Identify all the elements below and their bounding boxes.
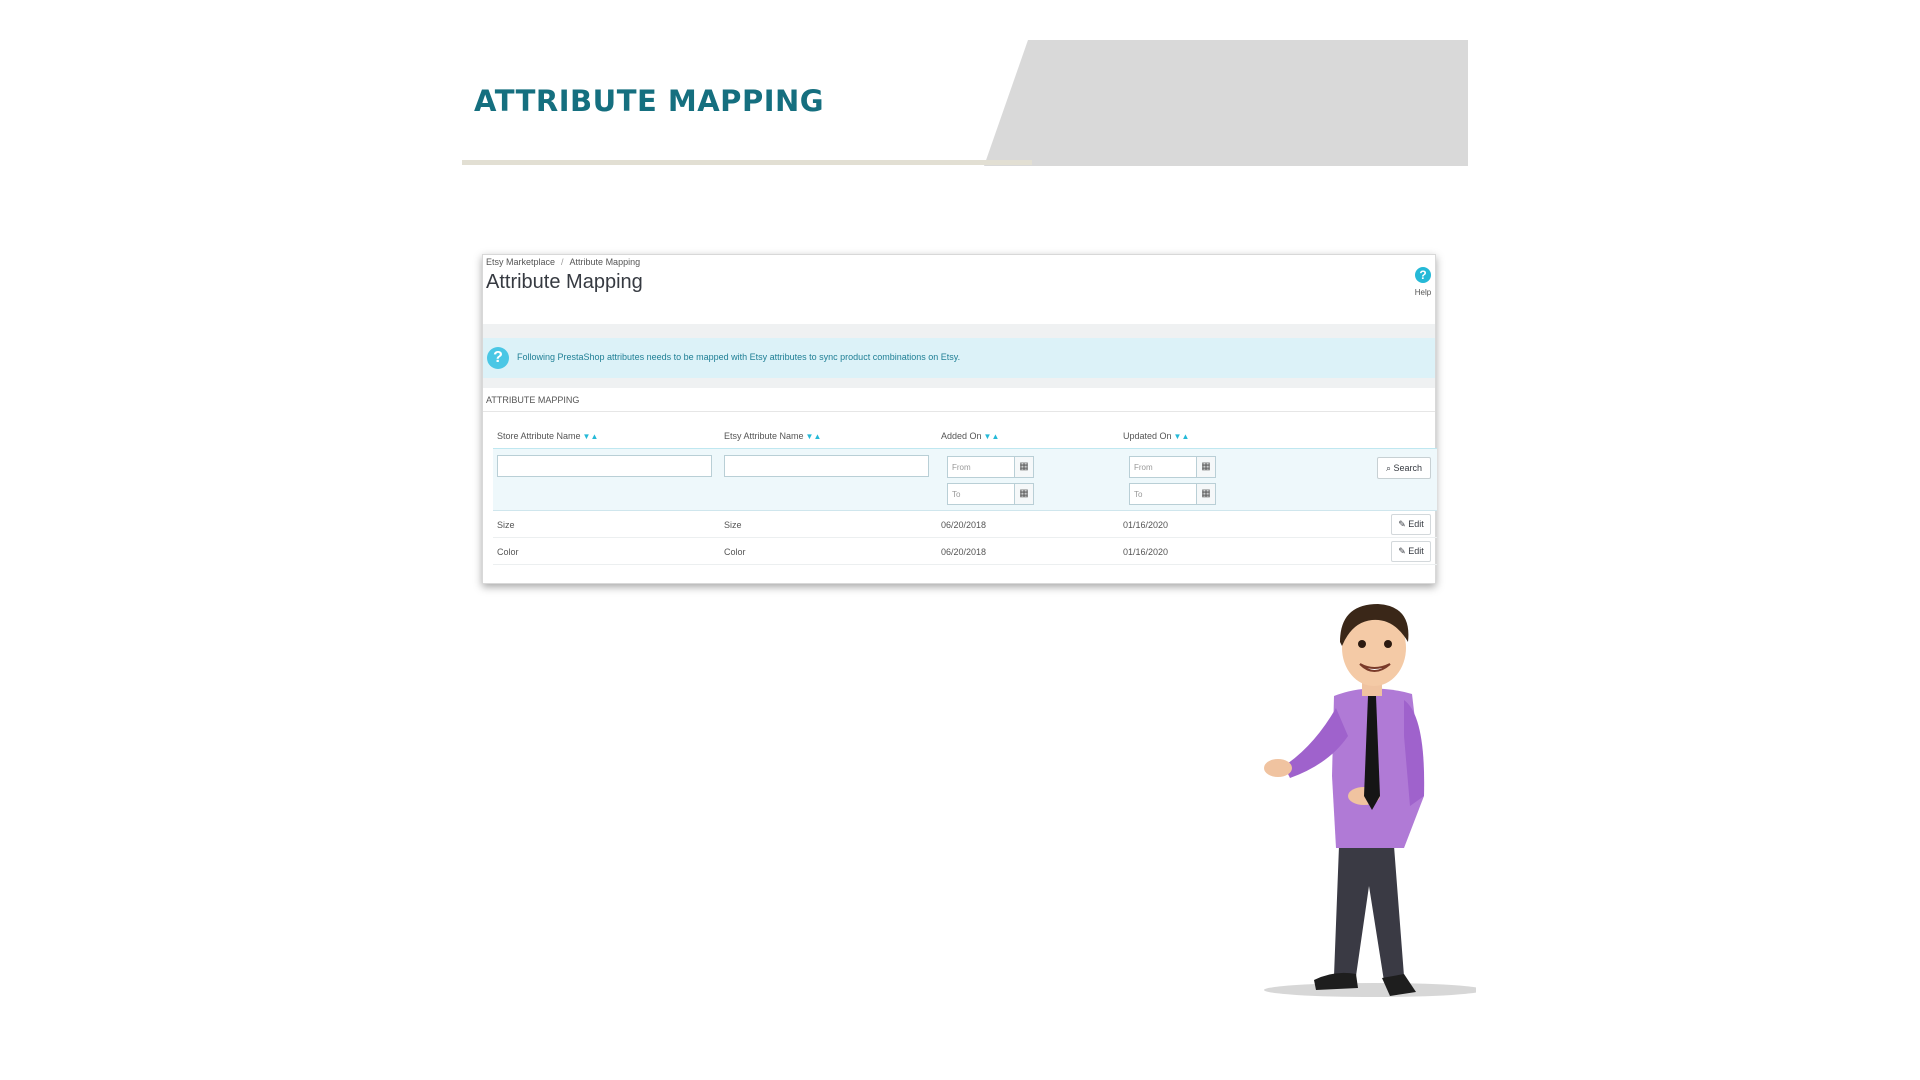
etsy-attribute-cell: Size: [724, 520, 742, 530]
slide: ATTRIBUTE MAPPING Etsy Marketplace / Attri…: [0, 0, 1920, 1080]
edit-button[interactable]: ✎ Edit: [1391, 541, 1431, 562]
sort-arrows-icon[interactable]: ▼▲: [984, 432, 1000, 441]
updated-on-cell: 01/16/2020: [1123, 520, 1169, 530]
alert-text: Following PrestaShop attributes needs to…: [517, 352, 961, 362]
calendar-icon[interactable]: ▦: [1196, 456, 1216, 478]
sort-arrows-icon[interactable]: ▼▲: [806, 432, 822, 441]
store-attribute-cell: Color: [497, 547, 519, 557]
edit-label: Edit: [1408, 546, 1424, 556]
filter-row: From ▦ To ▦ From ▦ To ▦ ⌕ Search: [493, 449, 1437, 511]
updated-from-input[interactable]: From: [1129, 456, 1197, 478]
column-label: Store Attribute Name: [497, 431, 581, 441]
sort-arrows-icon[interactable]: ▼▲: [583, 432, 599, 441]
column-label: Etsy Attribute Name: [724, 431, 804, 441]
banner-title: ATTRIBUTE MAPPING: [474, 84, 825, 118]
attribute-table: Store Attribute Name ▼▲ Etsy Attribute Na…: [493, 423, 1437, 565]
character-left-eye: [1358, 640, 1366, 648]
banner-underline: [462, 160, 1032, 165]
section-gap: [483, 378, 1435, 388]
search-button[interactable]: ⌕ Search: [1377, 457, 1431, 479]
pencil-icon: ✎: [1398, 546, 1406, 556]
etsy-attribute-cell: Color: [724, 547, 746, 557]
added-to-input[interactable]: To: [947, 483, 1015, 505]
calendar-icon[interactable]: ▦: [1196, 483, 1216, 505]
pencil-icon: ✎: [1398, 519, 1406, 529]
breadcrumb-item-etsy-marketplace[interactable]: Etsy Marketplace: [486, 257, 555, 267]
edit-button[interactable]: ✎ Edit: [1391, 514, 1431, 535]
breadcrumb: Etsy Marketplace / Attribute Mapping: [486, 257, 640, 267]
character-left-hand: [1264, 759, 1292, 777]
updated-on-cell: 01/16/2020: [1123, 547, 1169, 557]
character-pants: [1334, 846, 1404, 981]
section-divider: [483, 411, 1435, 412]
calendar-icon[interactable]: ▦: [1014, 483, 1034, 505]
question-circle-icon: ?: [487, 347, 509, 369]
added-on-cell: 06/20/2018: [941, 547, 987, 557]
column-header-added-on[interactable]: Added On ▼▲: [941, 431, 999, 441]
character-left-shoe: [1314, 972, 1358, 990]
banner-gray-shape: [984, 40, 1468, 166]
column-label: Updated On: [1123, 431, 1172, 441]
character-right-eye: [1384, 640, 1392, 648]
section-title: ATTRIBUTE MAPPING: [486, 395, 580, 405]
info-alert: ? Following PrestaShop attributes needs …: [483, 338, 1435, 378]
admin-panel: Etsy Marketplace / Attribute Mapping Attri…: [482, 254, 1437, 584]
search-icon: ⌕: [1385, 463, 1391, 473]
added-on-cell: 06/20/2018: [941, 520, 987, 530]
search-label: Search: [1393, 463, 1423, 473]
page-title: Attribute Mapping: [486, 271, 643, 293]
edit-label: Edit: [1408, 519, 1424, 529]
column-header-store-attribute[interactable]: Store Attribute Name ▼▲: [497, 431, 598, 441]
presenter-character-illustration: [1264, 604, 1476, 997]
table-header: Store Attribute Name ▼▲ Etsy Attribute Na…: [493, 423, 1437, 449]
help-button[interactable]: ? Help: [1411, 266, 1435, 297]
column-header-etsy-attribute[interactable]: Etsy Attribute Name ▼▲: [724, 431, 821, 441]
help-label: Help: [1414, 288, 1432, 297]
character-shadow: [1264, 983, 1476, 997]
column-header-updated-on[interactable]: Updated On ▼▲: [1123, 431, 1189, 441]
etsy-attribute-filter-input[interactable]: [724, 455, 929, 477]
store-attribute-filter-input[interactable]: [497, 455, 712, 477]
table-row: Size Size 06/20/2018 01/16/2020 ✎ Edit: [493, 511, 1437, 538]
table-row: Color Color 06/20/2018 01/16/2020 ✎ Edit: [493, 538, 1437, 565]
store-attribute-cell: Size: [497, 520, 515, 530]
column-label: Added On: [941, 431, 982, 441]
toolbar-separator: [483, 324, 1435, 338]
sort-arrows-icon[interactable]: ▼▲: [1174, 432, 1190, 441]
question-circle-icon: ?: [1415, 267, 1431, 283]
calendar-icon[interactable]: ▦: [1014, 456, 1034, 478]
breadcrumb-separator: /: [561, 257, 564, 267]
added-from-input[interactable]: From: [947, 456, 1015, 478]
updated-to-input[interactable]: To: [1129, 483, 1197, 505]
breadcrumb-item-attribute-mapping: Attribute Mapping: [569, 257, 641, 267]
